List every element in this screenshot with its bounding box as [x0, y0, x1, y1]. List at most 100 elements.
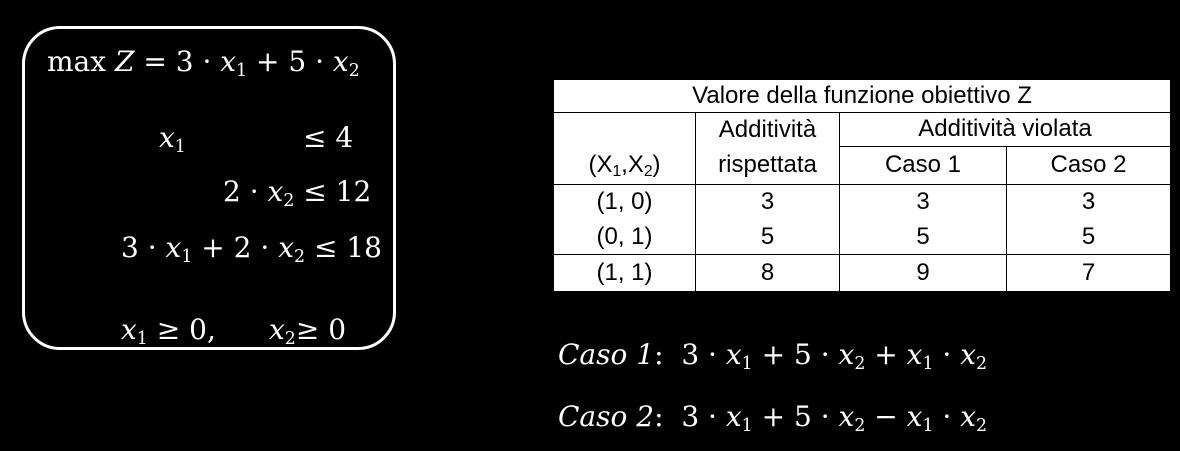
le: ≤ [303, 175, 327, 208]
dot: · [315, 45, 325, 78]
var-x: x [906, 338, 923, 371]
sep: , [621, 151, 628, 179]
comma: , [206, 313, 216, 346]
zero: 0 [328, 313, 347, 346]
table-cell-case1: 3 [839, 184, 1007, 220]
sub: 2 [976, 416, 988, 437]
dot: · [820, 400, 830, 433]
constraint-1-rhs: ≤ 4 [303, 121, 353, 154]
sub: 2 [284, 329, 296, 350]
var-x: x [906, 400, 923, 433]
table-cell-point: (1, 0) [553, 184, 696, 220]
case-2-label: Caso 2 [558, 400, 655, 433]
sub: 1 [741, 354, 753, 375]
plus: + [874, 338, 898, 371]
coef: 2 [233, 231, 252, 264]
le: ≤ [303, 121, 327, 154]
coef: 2 [223, 175, 241, 208]
coef: 5 [793, 338, 812, 371]
plus: + [761, 400, 786, 433]
formula-case-1: Caso 1: 3 · x1 + 5 · x2 + x1 · x2 [558, 338, 988, 375]
constraint-2: 2 · x2 ≤ 12 [223, 175, 372, 212]
rhs: 12 [335, 175, 372, 208]
objective-table: Valore della funzione obiettivo Z Additi… [552, 79, 1172, 292]
model-box: max Z = 3 · x1 + 5 · x2 x1 ≤ 4 2 · x2 ≤ … [22, 26, 396, 350]
minus: − [874, 400, 898, 433]
dot: · [260, 231, 270, 264]
dot: · [202, 45, 212, 78]
dot: · [942, 400, 952, 433]
sub: 2 [283, 191, 295, 212]
rhs: 4 [335, 121, 354, 154]
var-x: x [159, 121, 175, 154]
plus: + [761, 338, 786, 371]
sub: 1 [922, 416, 934, 437]
formula-case-2: Caso 2: 3 · x1 + 5 · x2 − x1 · x2 [558, 400, 988, 437]
table-cell-case2: 7 [1005, 254, 1172, 292]
header-point: (X1,X2) [553, 146, 696, 185]
dot: · [249, 175, 259, 208]
header-additivity-kept-2: rispettata [695, 146, 840, 185]
var-x: x [960, 400, 977, 433]
table-cell-case2: 5 [1005, 219, 1172, 255]
sub: 2 [643, 162, 653, 180]
var-x: x [838, 400, 855, 433]
header-case-2: Caso 2 [1005, 146, 1172, 185]
table-title: Valore della funzione obiettivo Z [552, 79, 1172, 113]
var-x: x [725, 400, 742, 433]
table-cell-kept: 5 [695, 219, 840, 255]
constraint-1-lhs: x1 [159, 121, 186, 156]
sub: 1 [741, 416, 753, 437]
header-case-1: Caso 1 [839, 146, 1007, 185]
zero: 0 [189, 313, 207, 346]
case-1-label: Caso 1 [558, 338, 655, 371]
sub: 2 [348, 61, 360, 82]
sub: 1 [612, 162, 622, 180]
var-x: x [220, 45, 237, 78]
var-x: x [278, 231, 295, 264]
coef: 3 [121, 231, 139, 264]
var-x: x [267, 175, 284, 208]
var-x: x [332, 45, 349, 78]
sub: 2 [294, 247, 306, 268]
table-cell-case1: 5 [839, 219, 1007, 255]
constraint-3: 3 · x1 + 2 · x2 ≤ 18 [121, 231, 382, 268]
le: ≤ [313, 231, 338, 264]
nonneg-x1: x1 ≥ 0, [121, 313, 216, 348]
table-cell-kept: 3 [695, 184, 840, 220]
coef: 3 [681, 400, 700, 433]
paren: ) [652, 151, 661, 179]
sub: 1 [922, 354, 934, 375]
sub: 2 [854, 416, 866, 437]
sub: 2 [854, 354, 866, 375]
var-x: x [165, 231, 182, 264]
dot: · [942, 338, 952, 371]
var-x: x [960, 338, 977, 371]
objective-variable: Z [114, 45, 135, 78]
sub: 1 [181, 247, 193, 268]
dot: · [820, 338, 830, 371]
table-cell-case1: 9 [839, 254, 1007, 292]
dot: · [708, 400, 717, 433]
header-additivity-kept-1: Additività [695, 112, 840, 147]
values-table: Valore della funzione obiettivo Z Additi… [552, 79, 1172, 292]
sub: 1 [236, 61, 248, 82]
sub: 2 [976, 354, 988, 375]
nonneg-x2: x2≥ 0 [269, 313, 347, 350]
plus: + [256, 45, 280, 78]
max-operator: max [47, 45, 107, 78]
plus: + [201, 231, 225, 264]
dot: · [147, 231, 157, 264]
equals-sign: = [143, 45, 167, 78]
var: X [627, 151, 644, 179]
var: X [596, 151, 613, 179]
var-x: x [838, 338, 855, 371]
var-x: x [269, 313, 285, 346]
coef: 3 [175, 45, 194, 78]
coef: 5 [793, 400, 812, 433]
colon: : [654, 400, 664, 433]
ge: ≥ [156, 313, 181, 346]
table-cell-kept: 8 [695, 254, 840, 292]
coef: 5 [288, 45, 307, 78]
header-additivity-violated: Additività violata [838, 112, 1172, 147]
